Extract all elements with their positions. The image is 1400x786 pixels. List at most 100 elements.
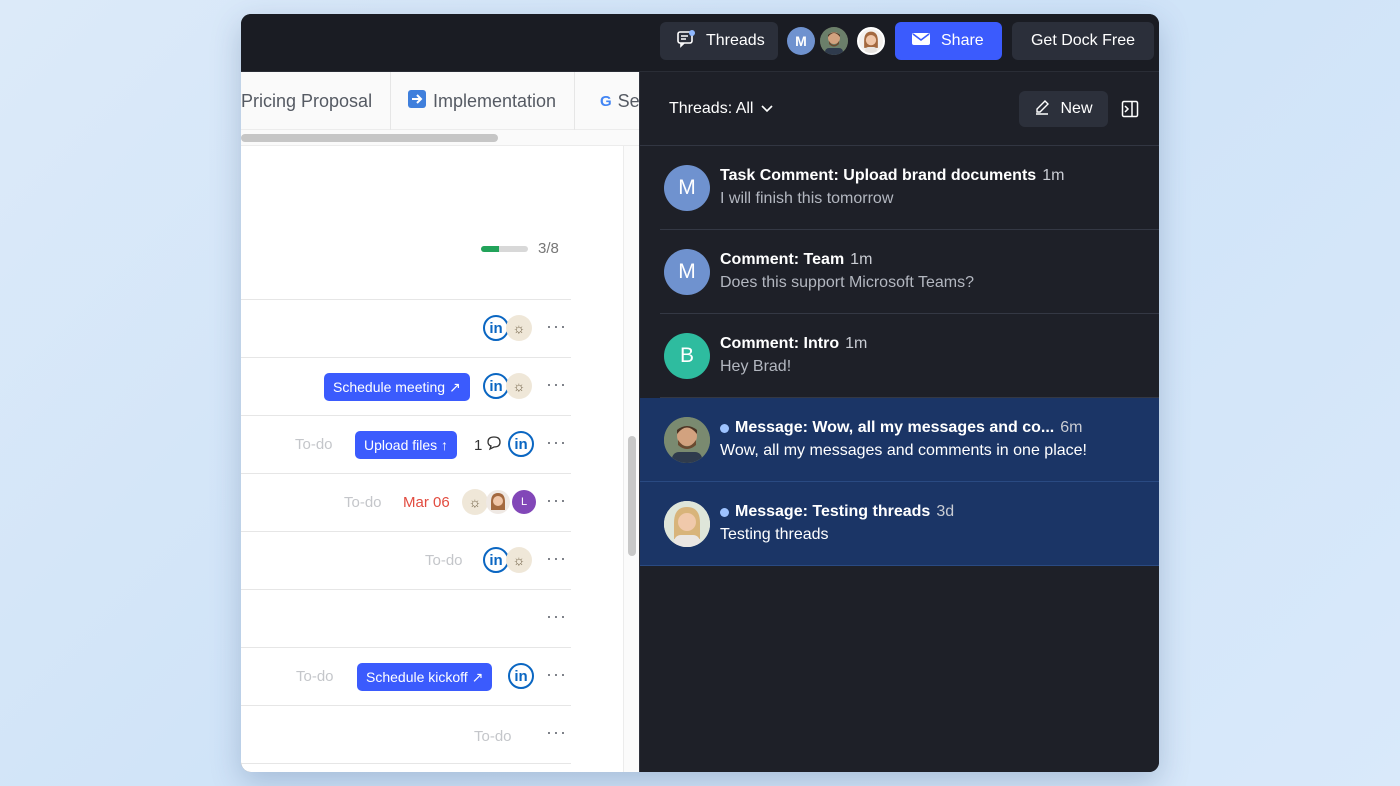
task-row[interactable]: To-do Schedule kickoff ↗ in ··· — [241, 647, 571, 705]
tab-bar: Pricing Proposal Implementation G Se — [241, 72, 639, 130]
vertical-scrollbar-thumb[interactable] — [628, 436, 636, 556]
status-label: To-do — [296, 668, 334, 685]
tab-label: Implementation — [433, 90, 557, 111]
thread-divider — [640, 565, 1159, 566]
schedule-meeting-button[interactable]: Schedule meeting ↗ — [324, 373, 470, 401]
progress-bar-fill — [481, 245, 499, 252]
row-divider — [241, 763, 571, 764]
status-todo[interactable]: To-do — [474, 728, 512, 745]
tab-label: Se — [617, 90, 639, 111]
thread-time: 1m — [850, 251, 873, 268]
thread-title-text: Comment: Team — [720, 251, 845, 268]
horizontal-scrollbar-thumb[interactable] — [241, 134, 498, 142]
more-options-button[interactable]: ··· — [546, 664, 567, 685]
more-options-button[interactable]: ··· — [546, 722, 567, 743]
schedule-kickoff-label: Schedule kickoff ↗ — [357, 663, 493, 691]
status-todo[interactable]: To-do — [425, 552, 463, 569]
thread-time: 3d — [936, 503, 955, 520]
new-thread-label: New — [1060, 100, 1093, 117]
task-row[interactable]: To-do in ☼ ··· — [241, 531, 571, 589]
more-options-button[interactable]: ··· — [546, 432, 567, 453]
progress-text: 3/8 — [538, 240, 559, 257]
assignees: in ☼ — [483, 315, 532, 341]
mail-icon — [911, 31, 931, 52]
comment-count[interactable]: 1 — [474, 435, 502, 455]
comment-count-value: 1 — [474, 436, 483, 454]
unread-dot-icon — [720, 507, 729, 517]
upload-files-label: Upload files ↑ — [355, 431, 458, 459]
thread-item[interactable]: M Comment: Team 1m Does this support Mic… — [640, 230, 1159, 314]
avatar-m[interactable]: M — [787, 27, 815, 55]
task-row[interactable]: To-do Upload files ↑ 1 in ··· — [241, 415, 571, 473]
thread-item-unread[interactable]: Message: Testing threads 3d Testing thre… — [640, 482, 1159, 566]
thread-title: Comment: Team 1m — [720, 251, 872, 269]
more-options-button[interactable]: ··· — [546, 548, 567, 569]
threads-filter-dropdown[interactable]: Threads: All — [669, 100, 774, 118]
thread-title-text: Task Comment: Upload brand documents — [720, 167, 1037, 184]
task-row[interactable]: Schedule meeting ↗ in ☼ ··· — [241, 357, 571, 415]
thread-preview: Testing threads — [720, 526, 829, 543]
thread-time: 1m — [845, 335, 868, 352]
tab-se[interactable]: G Se — [582, 72, 639, 130]
linkedin-icon: in — [508, 431, 534, 457]
tab-pricing-proposal[interactable]: Pricing Proposal — [241, 72, 392, 130]
schedule-meeting-label: Schedule meeting ↗ — [324, 373, 470, 401]
avatar-b: B — [664, 333, 710, 379]
status-todo[interactable]: To-do — [344, 494, 382, 511]
more-options-button[interactable]: ··· — [546, 374, 567, 395]
thread-title: Message: Wow, all my messages and co... … — [720, 419, 1082, 437]
status-todo[interactable]: To-do — [295, 436, 333, 453]
avatar-m: M — [664, 249, 710, 295]
due-date-label: Mar 06 — [403, 494, 450, 511]
status-label: To-do — [344, 494, 382, 511]
assignees: in — [508, 663, 534, 689]
top-bar: Threads M Share Get Dock Free — [241, 14, 1159, 72]
thread-time: 1m — [1042, 167, 1065, 184]
tab-label: Pricing Proposal — [241, 90, 373, 111]
chevron-down-icon — [761, 100, 774, 118]
task-row[interactable]: To-do Mar 06 ☼ L ··· — [241, 473, 571, 531]
more-options-button[interactable]: ··· — [546, 490, 567, 511]
avatar-man-photo[interactable] — [820, 27, 848, 55]
thread-title-text: Message: Wow, all my messages and co... — [735, 419, 1055, 436]
more-options-button[interactable]: ··· — [546, 316, 567, 337]
linkedin-icon: in — [508, 663, 534, 689]
threads-button[interactable]: Threads — [660, 22, 778, 60]
threads-panel-header: Threads: All New — [640, 72, 1159, 146]
avatar-woman-photo[interactable] — [857, 27, 885, 55]
new-thread-button[interactable]: New — [1019, 91, 1108, 127]
avatar-woman-photo — [664, 501, 710, 547]
get-dock-free-button[interactable]: Get Dock Free — [1012, 22, 1154, 60]
upload-files-button[interactable]: Upload files ↑ — [355, 431, 458, 459]
task-row[interactable]: in ☼ ··· — [241, 299, 571, 357]
thread-preview: Wow, all my messages and comments in one… — [720, 442, 1087, 459]
threads-filter-label: Threads: All — [669, 100, 754, 117]
vertical-scrollbar[interactable] — [623, 146, 639, 772]
horizontal-scrollbar[interactable] — [241, 130, 639, 146]
collapse-panel-icon[interactable] — [1121, 100, 1139, 123]
schedule-kickoff-button[interactable]: Schedule kickoff ↗ — [357, 663, 493, 691]
thread-preview: Hey Brad! — [720, 358, 792, 375]
assignees: in — [508, 431, 534, 457]
pencil-icon — [1034, 99, 1050, 120]
thread-item[interactable]: M Task Comment: Upload brand documents 1… — [640, 146, 1159, 230]
task-row[interactable]: ··· — [241, 589, 571, 647]
progress-bar — [481, 245, 528, 252]
thread-title-text: Message: Testing threads — [735, 503, 931, 520]
status-todo[interactable]: To-do — [296, 668, 334, 685]
thread-preview: I will finish this tomorrow — [720, 190, 894, 207]
tab-implementation[interactable]: Implementation — [389, 72, 576, 130]
more-options-button[interactable]: ··· — [546, 606, 567, 627]
status-label: To-do — [474, 728, 512, 745]
app-window: Threads M Share Get Dock Free Pricing Pr… — [241, 14, 1159, 772]
workspace-panel: Pricing Proposal Implementation G Se 3/8… — [241, 72, 639, 772]
unread-dot-icon — [720, 423, 729, 433]
status-label: To-do — [295, 436, 333, 453]
assignees: ☼ L — [462, 489, 536, 515]
thread-item[interactable]: B Comment: Intro 1m Hey Brad! — [640, 314, 1159, 398]
sun-cloud-icon: ☼ — [506, 547, 532, 573]
task-row[interactable]: To-do ··· — [241, 705, 571, 763]
share-button[interactable]: Share — [895, 22, 1002, 60]
thread-item-unread[interactable]: Message: Wow, all my messages and co... … — [640, 398, 1159, 482]
due-date[interactable]: Mar 06 — [403, 494, 450, 511]
